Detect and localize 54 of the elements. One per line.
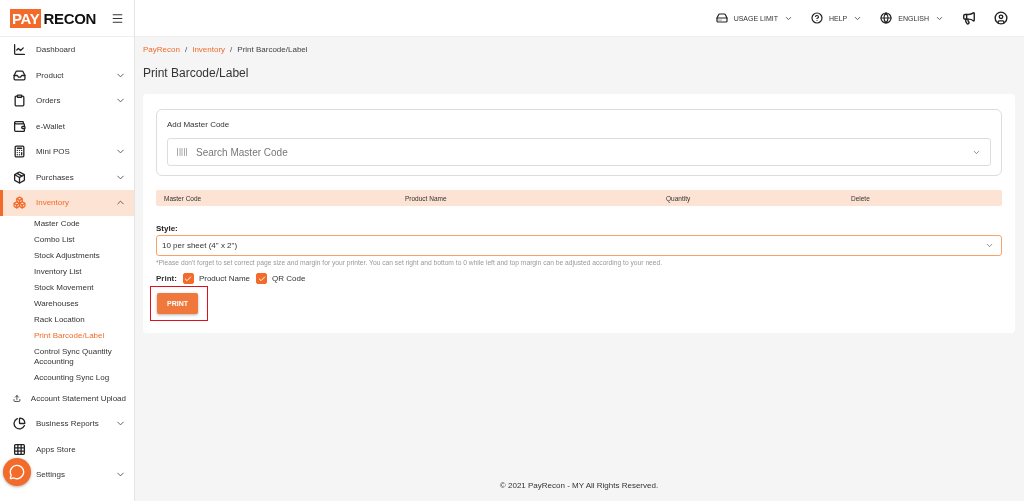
help-icon: [810, 12, 823, 24]
sidebar-subitem[interactable]: Stock Adjustments: [0, 247, 134, 264]
user-icon: [994, 11, 1008, 25]
grid-icon: [13, 442, 26, 456]
topbar-button[interactable]: [994, 11, 1008, 25]
search-field[interactable]: Search Master Code: [167, 138, 991, 166]
sidebar-subitem[interactable]: Accounting Sync Log: [0, 369, 134, 386]
sidebar-subitem[interactable]: Warehouses: [0, 295, 134, 312]
sidebar-item[interactable]: Business Reports: [0, 411, 134, 437]
topbar-button[interactable]: [962, 11, 976, 25]
pie-chart-icon: [13, 417, 26, 431]
sidebar-subitem[interactable]: Rack Location: [0, 311, 134, 328]
checkbox-option[interactable]: Product Name: [182, 273, 251, 284]
sidebar-subitem[interactable]: Stock Movement: [0, 279, 134, 296]
globe-icon: [880, 12, 893, 24]
breadcrumb-separator: /: [230, 45, 233, 54]
checkbox[interactable]: [182, 273, 194, 284]
boxes-icon: [13, 196, 26, 210]
footer-text: © 2021 PayRecon - MY All Rights Reserved.: [499, 481, 659, 490]
barcode-icon: [176, 146, 188, 158]
drive-icon: [715, 12, 728, 24]
clipboard-icon: [13, 94, 26, 108]
sidebar-item[interactable]: Mini POS: [0, 139, 134, 165]
wallet-icon: [13, 119, 26, 133]
megaphone-icon: [962, 11, 976, 25]
checkbox[interactable]: [256, 273, 268, 284]
menu-icon[interactable]: [111, 11, 124, 25]
chat-icon: [9, 464, 25, 480]
field-label: Print:: [156, 274, 177, 283]
page-title: Print Barcode/Label: [143, 66, 250, 80]
breadcrumb-current: Print Barcode/Label: [237, 45, 308, 54]
style-select[interactable]: 10 per sheet (4" x 2"): [156, 235, 1002, 256]
field-label: Style:: [156, 224, 179, 233]
sidebar-subitem[interactable]: Control Sync Quantity Accounting: [0, 343, 134, 370]
package-icon: [13, 170, 26, 184]
sidebar-item[interactable]: e-Wallet: [0, 113, 134, 139]
sidebar-item[interactable]: Dashboard: [0, 37, 134, 63]
caret-icon: [972, 148, 981, 157]
sidebar-subitem[interactable]: Inventory List: [0, 263, 134, 280]
tray-icon: [13, 68, 26, 82]
sidebar-item[interactable]: Account Statement Upload: [0, 385, 134, 411]
field-label: Add Master Code: [167, 120, 231, 129]
breadcrumb-separator: /: [184, 45, 188, 54]
chart-icon: [13, 43, 26, 57]
checkbox-option[interactable]: QR Code: [256, 273, 306, 284]
sidebar-item[interactable]: Purchases: [0, 164, 134, 190]
logo: PAY RECON: [10, 8, 97, 28]
sidebar-subitem[interactable]: Combo List: [0, 231, 134, 248]
sidebar-item[interactable]: Product: [0, 62, 134, 88]
sidebar-item[interactable]: Orders: [0, 88, 134, 114]
calculator-icon: [13, 145, 26, 159]
sidebar-item[interactable]: Apps Store: [0, 436, 134, 462]
sidebar-subitem[interactable]: Master Code: [0, 215, 134, 232]
caret-icon: [985, 241, 994, 250]
